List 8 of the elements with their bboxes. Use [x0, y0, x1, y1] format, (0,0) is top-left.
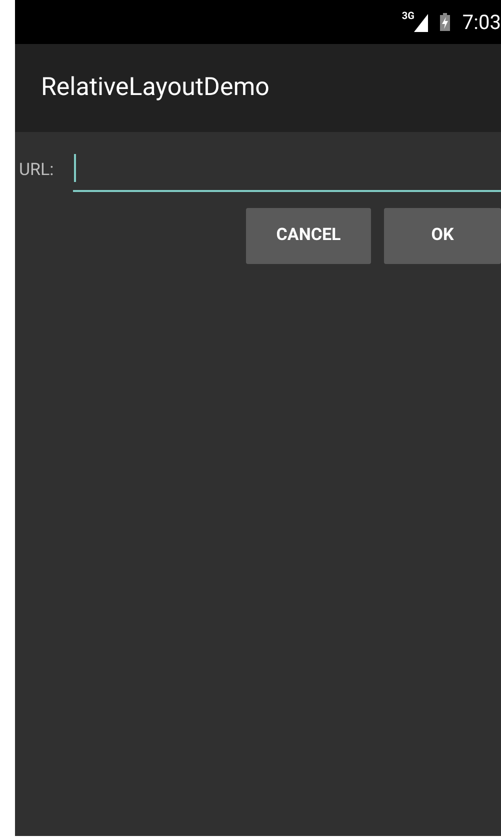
cancel-button[interactable]: CANCEL	[246, 208, 371, 264]
network-type-label: 3G	[402, 12, 414, 22]
app-title: RelativeLayoutDemo	[41, 72, 270, 104]
clock-time: 7:03	[462, 12, 501, 32]
text-cursor	[74, 154, 76, 182]
url-label: URL:	[18, 159, 55, 182]
signal-icon	[414, 14, 428, 32]
ok-button[interactable]: OK	[384, 208, 501, 264]
